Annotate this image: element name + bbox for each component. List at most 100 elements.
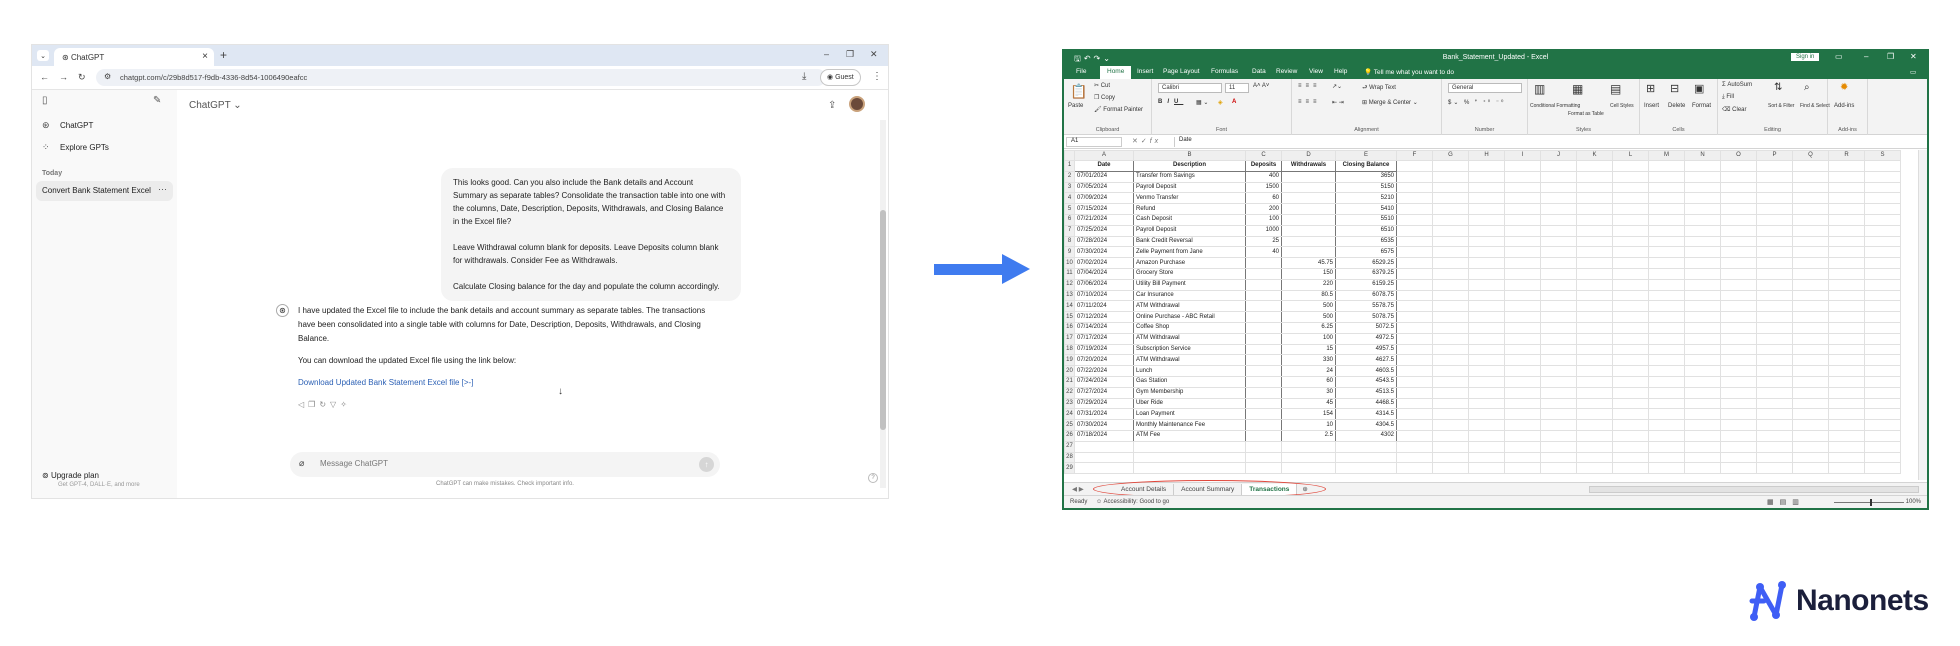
empty-cell[interactable] bbox=[1504, 224, 1541, 237]
empty-cell[interactable] bbox=[1396, 289, 1433, 302]
empty-cell[interactable] bbox=[1396, 160, 1433, 172]
empty-cell[interactable] bbox=[1396, 321, 1433, 334]
data-cell[interactable]: 07/24/2024 bbox=[1074, 375, 1134, 388]
data-cell[interactable]: 100 bbox=[1281, 332, 1336, 345]
read-aloud-icon[interactable]: ◁ bbox=[298, 400, 308, 409]
data-cell[interactable]: 5210 bbox=[1335, 192, 1397, 205]
minimize-icon[interactable]: – bbox=[1864, 52, 1868, 61]
empty-cell[interactable] bbox=[1576, 224, 1613, 237]
empty-cell[interactable] bbox=[1756, 332, 1793, 345]
empty-cell[interactable] bbox=[1396, 354, 1433, 367]
empty-cell[interactable] bbox=[1756, 192, 1793, 205]
row-header[interactable]: 14 bbox=[1064, 300, 1075, 313]
empty-cell[interactable] bbox=[1540, 192, 1577, 205]
column-header[interactable]: O bbox=[1720, 150, 1757, 161]
empty-cell[interactable] bbox=[1468, 311, 1505, 323]
empty-cell[interactable] bbox=[1720, 462, 1757, 475]
empty-cell[interactable] bbox=[1720, 192, 1757, 205]
format-painter-button[interactable]: 🖌 Format Painter bbox=[1094, 106, 1143, 113]
empty-cell[interactable] bbox=[1335, 440, 1397, 453]
empty-cell[interactable] bbox=[1504, 235, 1541, 248]
row-header[interactable]: 29 bbox=[1064, 462, 1075, 475]
empty-cell[interactable] bbox=[1576, 278, 1613, 291]
empty-cell[interactable] bbox=[1720, 289, 1757, 302]
font-size-select[interactable]: 11 bbox=[1225, 83, 1249, 93]
empty-cell[interactable] bbox=[1612, 408, 1649, 421]
empty-cell[interactable] bbox=[1576, 257, 1613, 269]
thumbs-down-icon[interactable]: ▽ bbox=[330, 400, 340, 409]
empty-cell[interactable] bbox=[1540, 203, 1577, 215]
data-cell[interactable]: 07/12/2024 bbox=[1074, 311, 1134, 323]
empty-cell[interactable] bbox=[1684, 246, 1721, 259]
new-chat-icon[interactable]: ✎ bbox=[153, 95, 161, 106]
empty-cell[interactable] bbox=[1684, 224, 1721, 237]
empty-cell[interactable] bbox=[1756, 321, 1793, 334]
empty-cell[interactable] bbox=[1792, 440, 1829, 453]
row-header[interactable]: 10 bbox=[1064, 257, 1075, 269]
data-cell[interactable]: 07/11/2024 bbox=[1074, 300, 1134, 313]
data-cell[interactable] bbox=[1245, 429, 1282, 442]
empty-cell[interactable] bbox=[1396, 224, 1433, 237]
data-cell[interactable]: 07/21/2024 bbox=[1074, 213, 1134, 226]
empty-cell[interactable] bbox=[1648, 267, 1685, 280]
empty-cell[interactable] bbox=[1504, 311, 1541, 323]
empty-cell[interactable] bbox=[1612, 419, 1649, 431]
empty-cell[interactable] bbox=[1540, 451, 1577, 464]
empty-cell[interactable] bbox=[1648, 160, 1685, 172]
empty-cell[interactable] bbox=[1684, 419, 1721, 431]
empty-cell[interactable] bbox=[1432, 289, 1469, 302]
data-cell[interactable]: 100 bbox=[1245, 213, 1282, 226]
empty-cell[interactable] bbox=[1612, 181, 1649, 194]
empty-cell[interactable] bbox=[1648, 354, 1685, 367]
empty-cell[interactable] bbox=[1504, 354, 1541, 367]
column-header[interactable]: E bbox=[1335, 150, 1397, 161]
empty-cell[interactable] bbox=[1540, 332, 1577, 345]
data-cell[interactable]: 07/15/2024 bbox=[1074, 203, 1134, 215]
empty-cell[interactable] bbox=[1720, 181, 1757, 194]
data-cell[interactable]: 154 bbox=[1281, 408, 1336, 421]
empty-cell[interactable] bbox=[1612, 462, 1649, 475]
empty-cell[interactable] bbox=[1684, 160, 1721, 172]
empty-cell[interactable] bbox=[1540, 375, 1577, 388]
data-cell[interactable]: 1000 bbox=[1245, 224, 1282, 237]
data-cell[interactable]: 07/19/2024 bbox=[1074, 343, 1134, 356]
empty-cell[interactable] bbox=[1828, 246, 1865, 259]
empty-cell[interactable] bbox=[1792, 192, 1829, 205]
row-header[interactable]: 12 bbox=[1064, 278, 1075, 291]
empty-cell[interactable] bbox=[1684, 332, 1721, 345]
empty-cell[interactable] bbox=[1684, 181, 1721, 194]
empty-cell[interactable] bbox=[1396, 181, 1433, 194]
row-header[interactable]: 5 bbox=[1064, 203, 1075, 215]
empty-cell[interactable] bbox=[1504, 375, 1541, 388]
empty-cell[interactable] bbox=[1648, 257, 1685, 269]
reload-icon[interactable]: ↻ bbox=[78, 72, 86, 83]
empty-cell[interactable] bbox=[1792, 257, 1829, 269]
empty-cell[interactable] bbox=[1864, 343, 1901, 356]
empty-cell[interactable] bbox=[1828, 267, 1865, 280]
font-color-icon[interactable]: A bbox=[1232, 99, 1236, 105]
empty-cell[interactable] bbox=[1432, 343, 1469, 356]
empty-cell[interactable] bbox=[1792, 419, 1829, 431]
empty-cell[interactable] bbox=[1468, 462, 1505, 475]
empty-cell[interactable] bbox=[1576, 160, 1613, 172]
empty-cell[interactable] bbox=[1828, 408, 1865, 421]
menu-data[interactable]: Data bbox=[1252, 68, 1266, 75]
empty-cell[interactable] bbox=[1684, 386, 1721, 399]
attach-icon[interactable]: ⌀ bbox=[299, 458, 304, 469]
data-cell[interactable] bbox=[1281, 235, 1336, 248]
empty-cell[interactable] bbox=[1396, 203, 1433, 215]
empty-cell[interactable] bbox=[1612, 213, 1649, 226]
empty-cell[interactable] bbox=[1468, 235, 1505, 248]
empty-cell[interactable] bbox=[1245, 462, 1282, 475]
bold-italic-underline-icons[interactable]: BIU bbox=[1158, 99, 1183, 105]
browser-tab[interactable]: ⊛ ChatGPT × bbox=[54, 48, 214, 66]
empty-cell[interactable] bbox=[1612, 397, 1649, 410]
data-cell[interactable]: 2.5 bbox=[1281, 429, 1336, 442]
empty-cell[interactable] bbox=[1432, 257, 1469, 269]
data-cell[interactable]: Car Insurance bbox=[1133, 289, 1246, 302]
data-cell[interactable] bbox=[1245, 343, 1282, 356]
empty-cell[interactable] bbox=[1396, 440, 1433, 453]
header-cell[interactable]: Withdrawals bbox=[1281, 160, 1336, 172]
row-header[interactable]: 19 bbox=[1064, 354, 1075, 367]
paste-icon[interactable]: 📋 bbox=[1070, 83, 1087, 100]
